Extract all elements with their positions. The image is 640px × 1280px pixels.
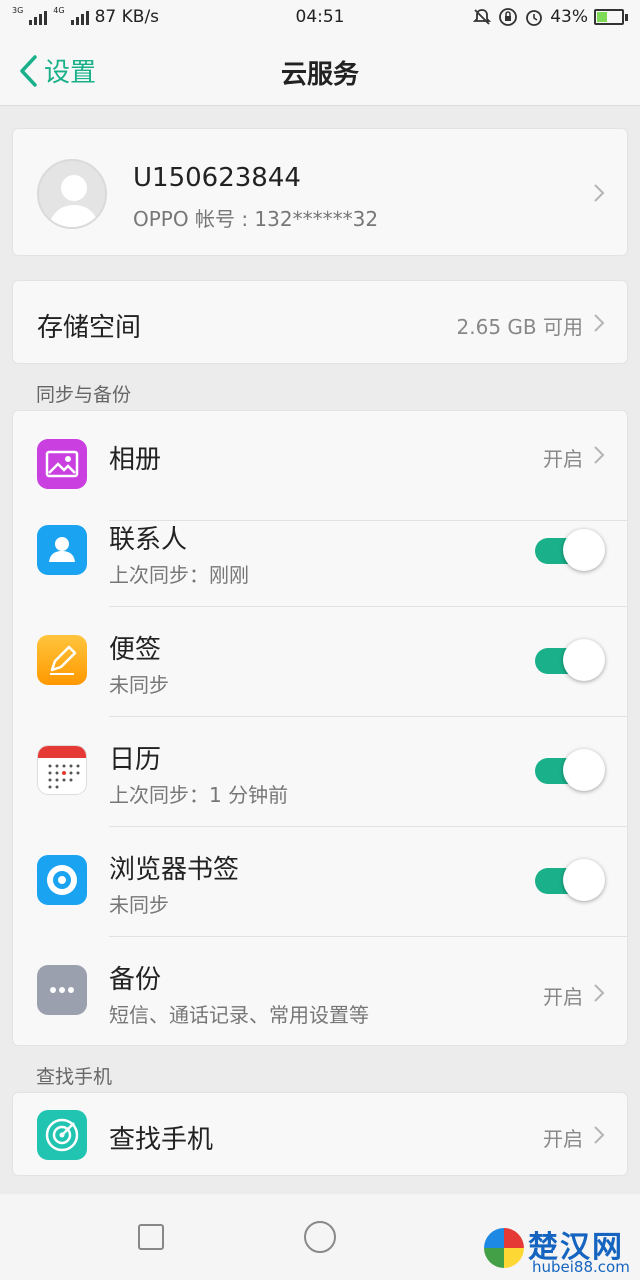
section-header-find: 查找手机 <box>36 1066 113 1088</box>
notes-icon <box>37 635 87 685</box>
list-item-backup[interactable]: 备份 短信、通话记录、常用设置等 开启 <box>13 937 627 1047</box>
storage-label: 存储空间 <box>37 313 142 343</box>
browser-icon <box>37 855 87 905</box>
list-item-contacts[interactable]: 联系人 上次同步：刚刚 <box>13 497 627 607</box>
list-item-notes[interactable]: 便签 未同步 <box>13 607 627 717</box>
item-title: 备份 <box>109 965 162 995</box>
storage-row[interactable]: 存储空间 2.65 GB 可用 <box>12 280 628 364</box>
chevron-right-icon <box>594 984 605 1002</box>
chevron-right-icon <box>594 184 605 202</box>
item-value: 开启 <box>543 1127 583 1151</box>
item-title: 查找手机 <box>109 1125 214 1155</box>
home-button[interactable] <box>304 1221 336 1253</box>
avatar <box>37 159 107 229</box>
section-header-sync: 同步与备份 <box>36 384 132 406</box>
watermark-logo-icon <box>484 1228 524 1268</box>
item-subtitle: 短信、通话记录、常用设置等 <box>109 1003 369 1027</box>
item-value: 开启 <box>543 447 583 471</box>
watermark: 楚汉网 hubei88.com <box>484 1222 640 1280</box>
chevron-right-icon <box>594 314 605 332</box>
item-value: 开启 <box>543 985 583 1009</box>
page-title: 云服务 <box>280 60 359 90</box>
account-username: U150623844 <box>133 163 301 193</box>
item-title: 便签 <box>109 635 162 665</box>
contacts-sync-toggle[interactable] <box>535 529 605 571</box>
sync-list: 相册 开启 联系人 上次同步：刚刚 便签 未同步 日历 上次同步：1 分钟前 浏… <box>12 410 628 1046</box>
watermark-url: hubei88.com <box>532 1258 630 1276</box>
photo-album-icon <box>37 439 87 489</box>
status-bar: 3G 4G 87 KB/s 04:51 43% <box>0 0 640 34</box>
calendar-sync-toggle[interactable] <box>535 749 605 791</box>
contacts-icon <box>37 525 87 575</box>
storage-value: 2.65 GB 可用 <box>456 315 583 339</box>
find-phone-icon <box>37 1110 87 1160</box>
app-bar: 设置 云服务 <box>0 34 640 106</box>
chevron-right-icon <box>594 446 605 464</box>
list-item-bookmarks[interactable]: 浏览器书签 未同步 <box>13 827 627 937</box>
account-number: OPPO 帐号 : 132******32 <box>133 207 379 231</box>
find-phone-row[interactable]: 查找手机 开启 <box>12 1092 628 1176</box>
item-title: 日历 <box>109 745 162 775</box>
item-subtitle: 未同步 <box>109 893 169 917</box>
item-subtitle: 上次同步：刚刚 <box>109 563 249 587</box>
recents-button[interactable] <box>138 1224 164 1250</box>
calendar-icon <box>37 745 87 795</box>
account-card[interactable]: U150623844 OPPO 帐号 : 132******32 <box>12 128 628 256</box>
item-subtitle: 未同步 <box>109 673 169 697</box>
notes-sync-toggle[interactable] <box>535 639 605 681</box>
backup-icon <box>37 965 87 1015</box>
item-title: 联系人 <box>109 525 188 555</box>
item-subtitle: 上次同步：1 分钟前 <box>109 783 289 807</box>
clock: 04:51 <box>295 7 345 27</box>
list-item-calendar[interactable]: 日历 上次同步：1 分钟前 <box>13 717 627 827</box>
item-title: 相册 <box>109 445 162 475</box>
bookmarks-sync-toggle[interactable] <box>535 859 605 901</box>
item-title: 浏览器书签 <box>109 855 240 885</box>
chevron-right-icon <box>594 1126 605 1144</box>
